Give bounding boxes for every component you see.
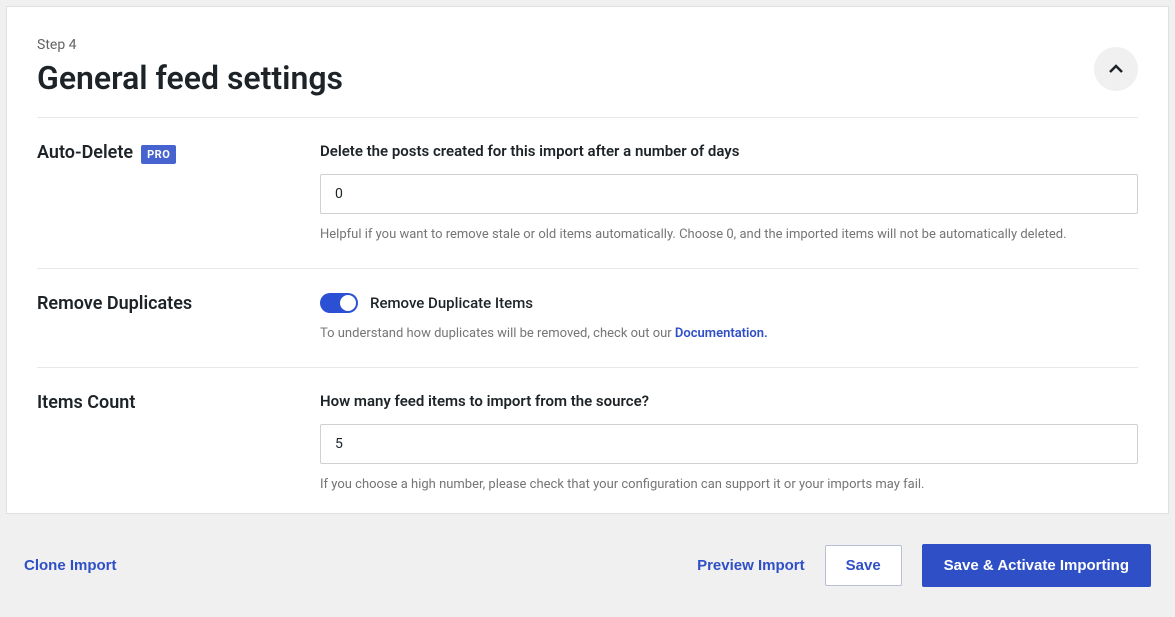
auto-delete-title: Delete the posts created for this import… [320, 142, 1138, 160]
footer-bar: Clone Import Preview Import Save Save & … [0, 520, 1175, 611]
chevron-up-icon [1108, 61, 1124, 77]
clone-import-button[interactable]: Clone Import [24, 549, 117, 582]
field-auto-delete: Auto-Delete PRO Delete the posts created… [37, 118, 1138, 269]
items-count-input[interactable] [320, 424, 1138, 464]
documentation-link[interactable]: Documentation. [675, 326, 768, 341]
settings-panel: Step 4 General feed settings Auto-Delete… [6, 6, 1169, 514]
field-content: Delete the posts created for this import… [320, 142, 1138, 244]
step-label: Step 4 [37, 37, 343, 53]
field-label-col: Auto-Delete PRO [37, 142, 320, 244]
pro-badge: PRO [141, 145, 176, 164]
items-count-label: Items Count [37, 392, 135, 413]
save-button[interactable]: Save [825, 545, 902, 586]
page-title: General feed settings [37, 59, 343, 97]
remove-duplicates-toggle[interactable] [320, 293, 358, 313]
field-content: Remove Duplicate Items To understand how… [320, 293, 1138, 343]
auto-delete-input[interactable] [320, 174, 1138, 214]
collapse-button[interactable] [1094, 47, 1138, 91]
header-text: Step 4 General feed settings [37, 37, 343, 97]
field-label-col: Items Count [37, 392, 320, 494]
items-count-help: If you choose a high number, please chec… [320, 476, 1138, 494]
save-activate-button[interactable]: Save & Activate Importing [922, 544, 1151, 587]
footer-right: Preview Import Save Save & Activate Impo… [697, 544, 1151, 587]
auto-delete-help: Helpful if you want to remove stale or o… [320, 226, 1138, 244]
remove-duplicates-label: Remove Duplicates [37, 293, 192, 314]
field-remove-duplicates: Remove Duplicates Remove Duplicate Items… [37, 269, 1138, 368]
toggle-row: Remove Duplicate Items [320, 293, 1138, 313]
field-items-count: Items Count How many feed items to impor… [37, 368, 1138, 512]
auto-delete-label: Auto-Delete [37, 142, 133, 163]
remove-duplicates-toggle-label: Remove Duplicate Items [370, 294, 533, 312]
remove-duplicates-help: To understand how duplicates will be rem… [320, 325, 1138, 343]
help-prefix: To understand how duplicates will be rem… [320, 326, 675, 341]
toggle-knob [340, 295, 356, 311]
panel-header: Step 4 General feed settings [37, 7, 1138, 117]
field-label-col: Remove Duplicates [37, 293, 320, 343]
footer-left: Clone Import [24, 549, 117, 582]
preview-import-button[interactable]: Preview Import [697, 549, 805, 582]
items-count-title: How many feed items to import from the s… [320, 392, 1138, 410]
field-content: How many feed items to import from the s… [320, 392, 1138, 494]
